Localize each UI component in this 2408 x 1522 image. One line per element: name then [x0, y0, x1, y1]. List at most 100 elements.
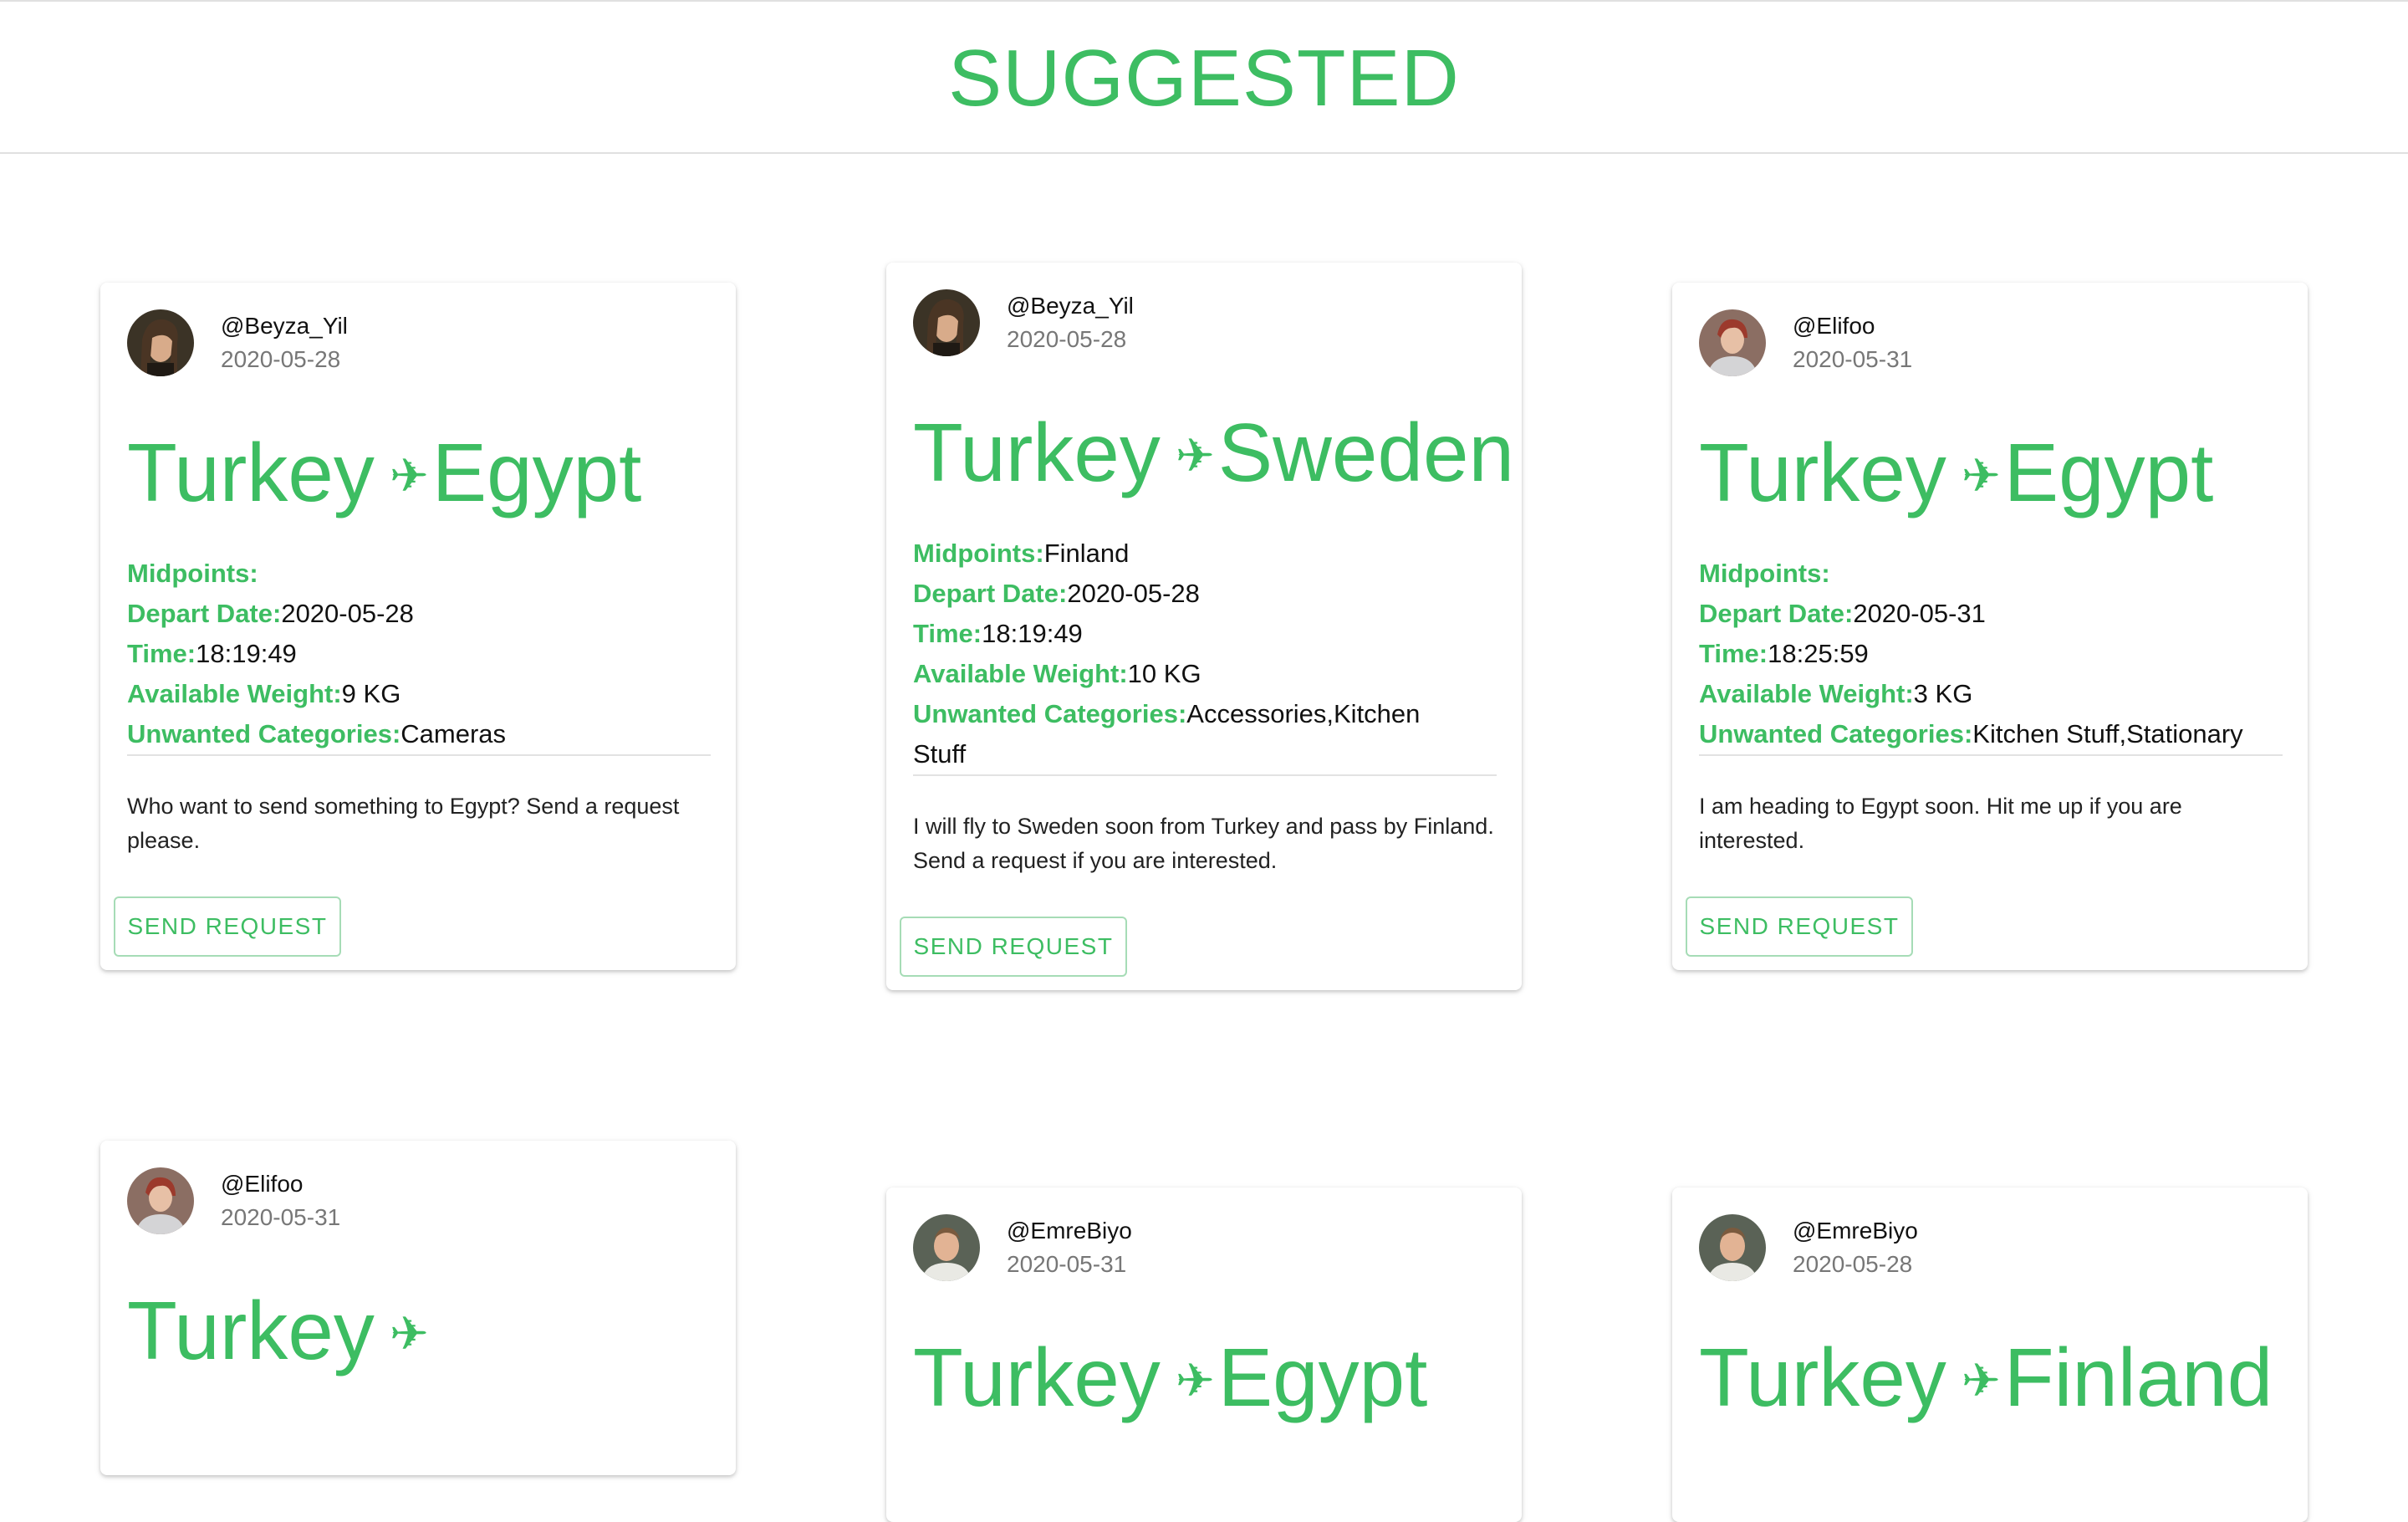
midpoints-value: Finland	[1043, 539, 1130, 568]
route-to: Egypt	[1217, 1331, 1428, 1423]
send-request-button[interactable]: SEND REQUEST	[1686, 896, 1913, 957]
weight-value: 10 KG	[1127, 659, 1201, 688]
route-title: Turkey ✈Finland	[1699, 1336, 2273, 1418]
midpoints-label: Midpoints:	[913, 539, 1044, 568]
depart-date-label: Depart Date:	[127, 599, 282, 628]
detail-unwanted: Unwanted Categories:Cameras	[127, 714, 712, 754]
route-from: Turkey	[913, 406, 1161, 498]
trip-details: Midpoints: Depart Date:2020-05-28 Time:1…	[127, 554, 712, 754]
plane-icon: ✈	[1961, 1354, 2001, 1407]
avatar[interactable]	[913, 1214, 980, 1281]
time-value: 18:19:49	[196, 639, 297, 668]
username[interactable]: @Elifoo	[1793, 313, 1875, 340]
depart-date-value: 2020-05-28	[281, 599, 414, 628]
route-from: Turkey	[1699, 1331, 1946, 1423]
route-from: Turkey	[1699, 426, 1946, 518]
avatar[interactable]	[127, 309, 194, 376]
username[interactable]: @Beyza_Yil	[1007, 293, 1134, 319]
depart-date-label: Depart Date:	[1699, 599, 1854, 628]
divider	[1699, 754, 2283, 756]
detail-midpoints: Midpoints:	[127, 554, 712, 594]
trip-description: I will fly to Sweden soon from Turkey an…	[913, 814, 1494, 873]
avatar[interactable]	[913, 289, 980, 356]
route-from: Turkey	[127, 426, 375, 518]
route-title: Turkey ✈Egypt	[913, 1336, 1427, 1418]
route-to: Egypt	[2003, 426, 2214, 518]
plane-icon: ✈	[389, 449, 429, 503]
weight-label: Available Weight:	[127, 679, 342, 708]
unwanted-value: Kitchen Stuff,Stationary	[1972, 719, 2243, 748]
username[interactable]: @Elifoo	[221, 1171, 303, 1198]
trip-card: @EmreBiyo 2020-05-28 Turkey ✈Finland	[1672, 1187, 2308, 1522]
username[interactable]: @Beyza_Yil	[221, 313, 348, 340]
midpoints-label: Midpoints:	[1699, 559, 1830, 588]
username[interactable]: @EmreBiyo	[1007, 1218, 1132, 1244]
top-bar: SUGGESTED	[0, 0, 2408, 154]
midpoints-label: Midpoints:	[127, 559, 258, 588]
post-date: 2020-05-31	[1007, 1251, 1127, 1277]
detail-midpoints: Midpoints:	[1699, 554, 2284, 594]
unwanted-label: Unwanted Categories:	[913, 699, 1187, 728]
send-request-button[interactable]: SEND REQUEST	[900, 917, 1127, 977]
route-to: Sweden	[1217, 406, 1514, 498]
trip-details: Midpoints: Depart Date:2020-05-31 Time:1…	[1699, 554, 2284, 754]
time-label: Time:	[1699, 639, 1768, 668]
route-from: Turkey	[913, 1331, 1161, 1423]
time-value: 18:25:59	[1768, 639, 1869, 668]
weight-value: 3 KG	[1913, 679, 1973, 708]
detail-depart-date: Depart Date:2020-05-28	[913, 574, 1498, 614]
post-date: 2020-05-28	[1007, 326, 1127, 352]
detail-time: Time:18:19:49	[127, 634, 712, 674]
detail-time: Time:18:19:49	[913, 614, 1498, 654]
route-title: Turkey ✈Egypt	[127, 432, 641, 513]
time-label: Time:	[913, 619, 982, 648]
route-title: Turkey ✈Egypt	[1699, 432, 2213, 513]
trip-details: Midpoints:Finland Depart Date:2020-05-28…	[913, 534, 1498, 774]
detail-unwanted: Unwanted Categories:Kitchen Stuff,Statio…	[1699, 714, 2284, 754]
post-date: 2020-05-28	[1793, 1251, 1913, 1277]
divider	[913, 774, 1497, 776]
weight-value: 9 KG	[341, 679, 401, 708]
time-label: Time:	[127, 639, 196, 668]
route-from: Turkey	[127, 1285, 375, 1376]
detail-weight: Available Weight:3 KG	[1699, 674, 2284, 714]
unwanted-label: Unwanted Categories:	[127, 719, 401, 748]
detail-midpoints: Midpoints:Finland	[913, 534, 1498, 574]
plane-icon: ✈	[1961, 449, 2001, 503]
plane-icon: ✈	[1175, 1354, 1215, 1407]
depart-date-label: Depart Date:	[913, 579, 1068, 608]
time-value: 18:19:49	[982, 619, 1083, 648]
post-date: 2020-05-31	[1793, 346, 1913, 372]
weight-label: Available Weight:	[913, 659, 1128, 688]
divider	[127, 754, 711, 756]
route-to: Egypt	[431, 426, 642, 518]
route-to: Finland	[2003, 1331, 2273, 1423]
detail-depart-date: Depart Date:2020-05-31	[1699, 594, 2284, 634]
trip-card: @Beyza_Yil 2020-05-28 Turkey ✈Sweden Midp…	[886, 263, 1522, 990]
unwanted-value: Cameras	[400, 719, 507, 748]
trip-description: Who want to send something to Egypt? Sen…	[127, 794, 680, 853]
unwanted-label: Unwanted Categories:	[1699, 719, 1973, 748]
trip-card: @Elifoo 2020-05-31 Turkey ✈	[100, 1141, 736, 1475]
weight-label: Available Weight:	[1699, 679, 1914, 708]
trip-card: @Beyza_Yil 2020-05-28 Turkey ✈Egypt Midpo…	[100, 283, 736, 970]
avatar[interactable]	[127, 1167, 194, 1234]
trip-description: I am heading to Egypt soon. Hit me up if…	[1699, 794, 2182, 853]
send-request-button[interactable]: SEND REQUEST	[114, 896, 341, 957]
page-title: SUGGESTED	[948, 33, 1460, 123]
plane-icon: ✈	[1175, 429, 1215, 483]
plane-icon: ✈	[389, 1307, 429, 1361]
detail-unwanted: Unwanted Categories:Accessories,Kitchen …	[913, 694, 1448, 774]
trip-card: @Elifoo 2020-05-31 Turkey ✈Egypt Midpoint…	[1672, 283, 2308, 970]
depart-date-value: 2020-05-28	[1067, 579, 1200, 608]
trip-card: @EmreBiyo 2020-05-31 Turkey ✈Egypt	[886, 1187, 1522, 1522]
route-title: Turkey ✈	[127, 1290, 432, 1371]
route-title: Turkey ✈Sweden	[913, 411, 1514, 493]
detail-depart-date: Depart Date:2020-05-28	[127, 594, 712, 634]
avatar[interactable]	[1699, 1214, 1766, 1281]
depart-date-value: 2020-05-31	[1853, 599, 1986, 628]
username[interactable]: @EmreBiyo	[1793, 1218, 1918, 1244]
post-date: 2020-05-28	[221, 346, 341, 372]
avatar[interactable]	[1699, 309, 1766, 376]
detail-weight: Available Weight:10 KG	[913, 654, 1498, 694]
